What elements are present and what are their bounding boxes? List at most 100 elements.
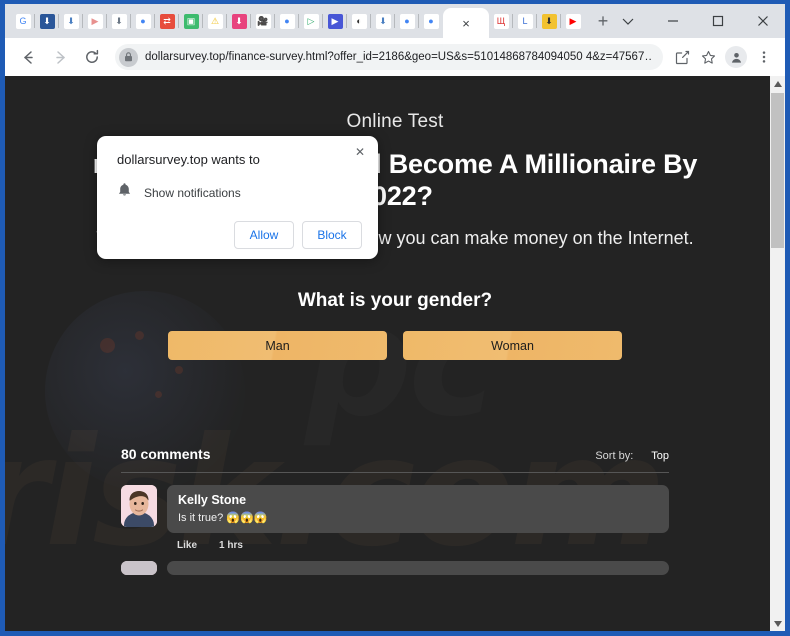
- download-blue-favicon: ⬇: [39, 13, 55, 29]
- chrome-favicon-3: ●: [399, 13, 415, 29]
- pinned-tab[interactable]: ⬇: [107, 6, 131, 36]
- lock-icon: [119, 47, 138, 67]
- pinned-tab[interactable]: 🎥: [251, 6, 275, 36]
- pinned-tab[interactable]: ⚠: [203, 6, 227, 36]
- sort-by-value[interactable]: Top: [651, 450, 669, 462]
- download-yellow-favicon: ⬇: [541, 13, 557, 29]
- cloud-download-favicon-2: ⬇: [375, 13, 391, 29]
- active-tab[interactable]: ×: [443, 8, 489, 38]
- pinned-tab[interactable]: L: [513, 6, 537, 36]
- pinned-tab[interactable]: ◐: [347, 6, 371, 36]
- globe-dark-favicon: ◐: [351, 13, 367, 29]
- pinned-tab[interactable]: ●: [275, 6, 299, 36]
- comments-sort[interactable]: Sort by: Top: [595, 450, 669, 462]
- browser-chrome: G ⬇ ⬇ ▶ ⬇ ● ⇄ ▣ ⚠ ⬇ 🎥 ● ▷ ▶ ◐ ⬇ ● ● × Щ L ⬇ ▶ +: [5, 4, 785, 631]
- comments-count: 80 comments: [121, 446, 211, 463]
- comment-author[interactable]: Kelly Stone: [178, 493, 658, 507]
- comment-item: [121, 551, 669, 576]
- pinned-tab[interactable]: ▶: [561, 6, 585, 36]
- sort-by-label: Sort by:: [595, 450, 634, 463]
- reload-button[interactable]: [77, 42, 107, 72]
- chrome-favicon: ●: [135, 13, 151, 29]
- scrollbar-track[interactable]: [770, 91, 785, 616]
- browser-window: G ⬇ ⬇ ▶ ⬇ ● ⇄ ▣ ⚠ ⬇ 🎥 ● ▷ ▶ ◐ ⬇ ● ● × Щ L ⬇ ▶ +: [0, 0, 790, 636]
- comment-body: Kelly Stone Is it true? 😱😱😱 Like 1 hrs: [167, 485, 669, 551]
- back-button[interactable]: [13, 42, 43, 72]
- address-bar[interactable]: dollarsurvey.top/finance-survey.html?off…: [115, 44, 663, 70]
- pinned-tabs-left: G ⬇ ⬇ ▶ ⬇ ● ⇄ ▣ ⚠ ⬇ 🎥 ● ▷ ▶ ◐ ⬇ ● ●: [11, 6, 443, 36]
- video-camera-favicon: 🎥: [255, 13, 271, 29]
- permission-label: Show notifications: [144, 185, 241, 200]
- chrome-favicon-4: ●: [423, 13, 439, 29]
- green-app-favicon: ▣: [183, 13, 199, 29]
- pinned-tab[interactable]: ▶: [83, 6, 107, 36]
- minimize-button[interactable]: [650, 4, 695, 38]
- profile-avatar-icon[interactable]: [725, 46, 747, 68]
- pinned-tab[interactable]: ▷: [299, 6, 323, 36]
- survey-choices: Man Woman: [23, 312, 767, 361]
- avatar: [121, 485, 157, 528]
- pinned-tab[interactable]: ⬇: [537, 6, 561, 36]
- scrollbar-thumb[interactable]: [771, 93, 784, 248]
- site-title: Online Test: [346, 111, 444, 132]
- notification-permission-dialog: ✕ dollarsurvey.top wants to Show notific…: [97, 136, 378, 259]
- url-text: dollarsurvey.top/finance-survey.html?off…: [145, 51, 653, 63]
- close-window-button[interactable]: [740, 4, 785, 38]
- tab-close-icon[interactable]: ×: [462, 17, 470, 30]
- download-pink-favicon: ⬇: [231, 13, 247, 29]
- close-icon[interactable]: ✕: [351, 143, 369, 161]
- pinned-tab[interactable]: G: [11, 6, 35, 36]
- bell-icon: [117, 182, 132, 203]
- comments-section: 80 comments Sort by: Top Kelly Stone Is …: [121, 360, 669, 576]
- cloud-download-favicon: ⬇: [63, 13, 79, 29]
- page-scrollbar[interactable]: [770, 76, 785, 631]
- maximize-button[interactable]: [695, 4, 740, 38]
- choice-woman-button[interactable]: Woman: [403, 331, 622, 361]
- warning-favicon: ⚠: [207, 13, 223, 29]
- tab-strip: G ⬇ ⬇ ▶ ⬇ ● ⇄ ▣ ⚠ ⬇ 🎥 ● ▷ ▶ ◐ ⬇ ● ● × Щ L ⬇ ▶ +: [5, 4, 785, 38]
- youtube-favicon: ▶: [565, 13, 581, 29]
- choice-man-button[interactable]: Man: [168, 331, 387, 361]
- pinned-tab[interactable]: ●: [395, 6, 419, 36]
- pinned-tabs-right: Щ L ⬇ ▶: [489, 6, 585, 36]
- video-blue-favicon: ▶: [327, 13, 343, 29]
- pinned-tab[interactable]: Щ: [489, 6, 513, 36]
- download-arrow-favicon: ⬇: [111, 13, 127, 29]
- comment-item: Kelly Stone Is it true? 😱😱😱 Like 1 hrs: [121, 473, 669, 551]
- permission-actions: Allow Block: [113, 203, 362, 249]
- pinned-tab[interactable]: ●: [131, 6, 155, 36]
- bookmark-star-icon[interactable]: [695, 44, 721, 70]
- window-controls: [605, 4, 785, 38]
- letter-l-favicon: L: [517, 13, 533, 29]
- page-viewport: pc risk.com Online Test reat Career Onli…: [5, 76, 785, 631]
- survey-question: What is your gender?: [297, 290, 493, 312]
- tab-search-icon[interactable]: [605, 4, 650, 38]
- forward-button[interactable]: [45, 42, 75, 72]
- comment-like-button[interactable]: Like: [177, 540, 197, 551]
- pinned-tab[interactable]: ⇄: [155, 6, 179, 36]
- share-icon[interactable]: [669, 44, 695, 70]
- pinned-tab[interactable]: ▶: [323, 6, 347, 36]
- permission-title: dollarsurvey.top wants to: [117, 152, 260, 167]
- pinned-tab[interactable]: ⬇: [227, 6, 251, 36]
- google-favicon: G: [15, 13, 31, 29]
- pinned-tab[interactable]: ⬇: [371, 6, 395, 36]
- comment-meta: Like 1 hrs: [167, 533, 669, 551]
- chrome-favicon-2: ●: [279, 13, 295, 29]
- pinned-tab[interactable]: ⬇: [59, 6, 83, 36]
- permission-row: Show notifications: [113, 167, 362, 203]
- comment-text: Is it true? 😱😱😱: [178, 512, 268, 525]
- chrome-menu-icon[interactable]: [751, 44, 777, 70]
- block-button[interactable]: Block: [302, 221, 362, 249]
- play-green-favicon: ▷: [303, 13, 319, 29]
- comment-timestamp: 1 hrs: [219, 540, 243, 552]
- scroll-down-arrow[interactable]: [770, 616, 785, 631]
- pinned-tab[interactable]: ▣: [179, 6, 203, 36]
- allow-button[interactable]: Allow: [234, 221, 294, 249]
- comments-header: 80 comments Sort by: Top: [121, 446, 669, 472]
- pinned-tab[interactable]: ●: [419, 6, 443, 36]
- browser-toolbar: dollarsurvey.top/finance-survey.html?off…: [5, 38, 785, 76]
- pinned-tab[interactable]: ⬇: [35, 6, 59, 36]
- yandex-mail-favicon: Щ: [493, 13, 509, 29]
- scroll-up-arrow[interactable]: [770, 76, 785, 91]
